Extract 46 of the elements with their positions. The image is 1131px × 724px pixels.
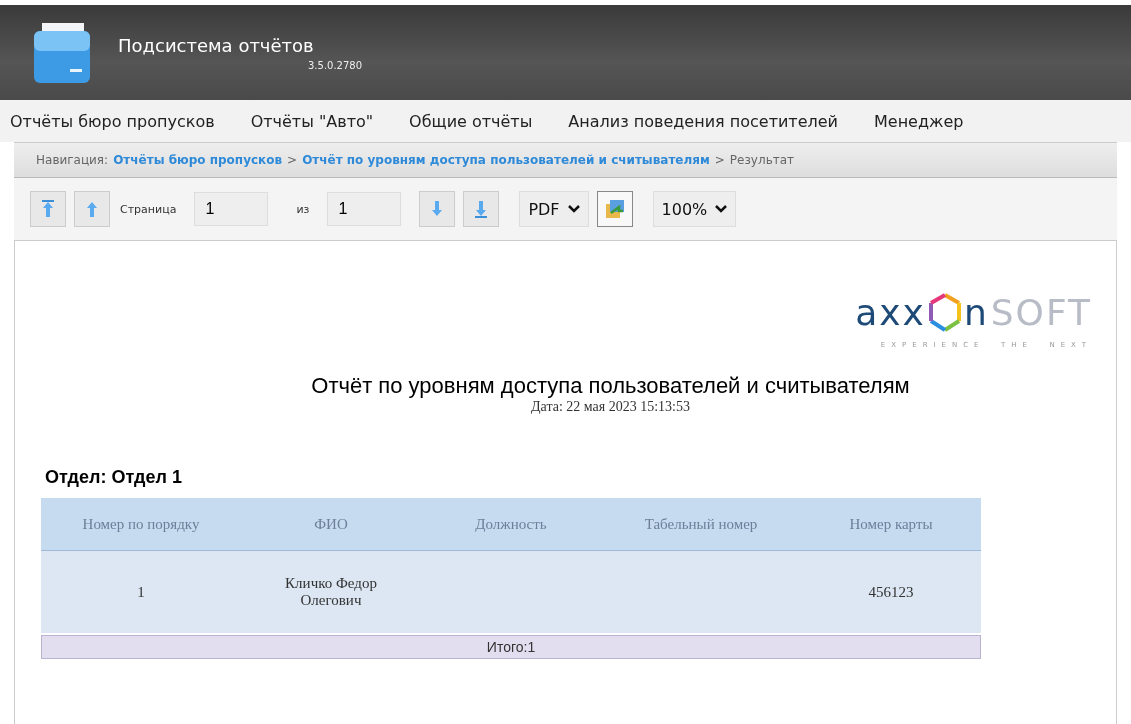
logo-text: axx	[855, 295, 926, 331]
report-title: Отчёт по уровням доступа пользователей и считывателям	[311, 373, 910, 399]
arrow-down-icon	[431, 200, 444, 218]
arrow-up-bar-icon	[42, 200, 54, 218]
breadcrumb-separator: >	[714, 153, 725, 167]
zoom-select[interactable]: 100%	[652, 191, 737, 227]
page-field[interactable]: 1	[194, 192, 269, 226]
table-cell: 1	[41, 551, 241, 633]
menu-item[interactable]: Отчёты "Авто"	[250, 111, 374, 131]
total-row: Итого:1	[41, 635, 981, 659]
export-icon	[604, 199, 625, 219]
arrow-down-bar-icon	[475, 200, 488, 218]
app-title: Подсистема отчётов	[118, 34, 315, 56]
menu-item[interactable]: Общие отчёты	[409, 111, 533, 131]
folder-icon	[32, 20, 92, 85]
last-page-button[interactable]	[463, 191, 500, 227]
table-cell: 456123	[801, 551, 981, 633]
menu-item[interactable]: Отчёты бюро пропусков	[10, 111, 215, 131]
logo-text: SOFT	[990, 295, 1092, 331]
table-cell: Кличко Федор Олегович	[241, 551, 421, 633]
column-header: ФИО	[241, 498, 421, 551]
column-header: Номер по порядку	[41, 498, 241, 551]
logo-text: n	[963, 295, 989, 331]
column-header: Табельный номер	[601, 498, 801, 551]
menu-item[interactable]: Менеджер	[874, 111, 964, 131]
arrow-up-icon	[86, 200, 98, 218]
hexagon-logo-icon	[927, 293, 962, 333]
app-version: 3.5.0.2780	[308, 59, 363, 71]
breadcrumb-label: Навигация:	[36, 153, 109, 167]
export-button[interactable]	[596, 191, 633, 227]
page-label: Страница	[120, 202, 177, 216]
total-pages-field[interactable]: 1	[327, 192, 402, 226]
breadcrumb-separator: >	[287, 153, 298, 167]
column-header: Должность	[421, 498, 601, 551]
chevron-down-icon	[715, 205, 728, 213]
next-page-button[interactable]	[419, 191, 456, 227]
format-select[interactable]: PDF	[519, 191, 589, 227]
previous-page-button[interactable]	[74, 191, 110, 227]
of-label: из	[296, 202, 310, 216]
breadcrumb-current: Результат	[729, 153, 795, 167]
group-heading: Отдел: Отдел 1	[45, 467, 183, 488]
report-date: Дата: 22 мая 2023 15:13:53	[531, 399, 690, 415]
first-page-button[interactable]	[30, 191, 66, 227]
menu-item[interactable]: Анализ поведения посетителей	[568, 111, 838, 131]
column-header: Номер карты	[801, 498, 981, 551]
chevron-down-icon	[567, 205, 580, 213]
